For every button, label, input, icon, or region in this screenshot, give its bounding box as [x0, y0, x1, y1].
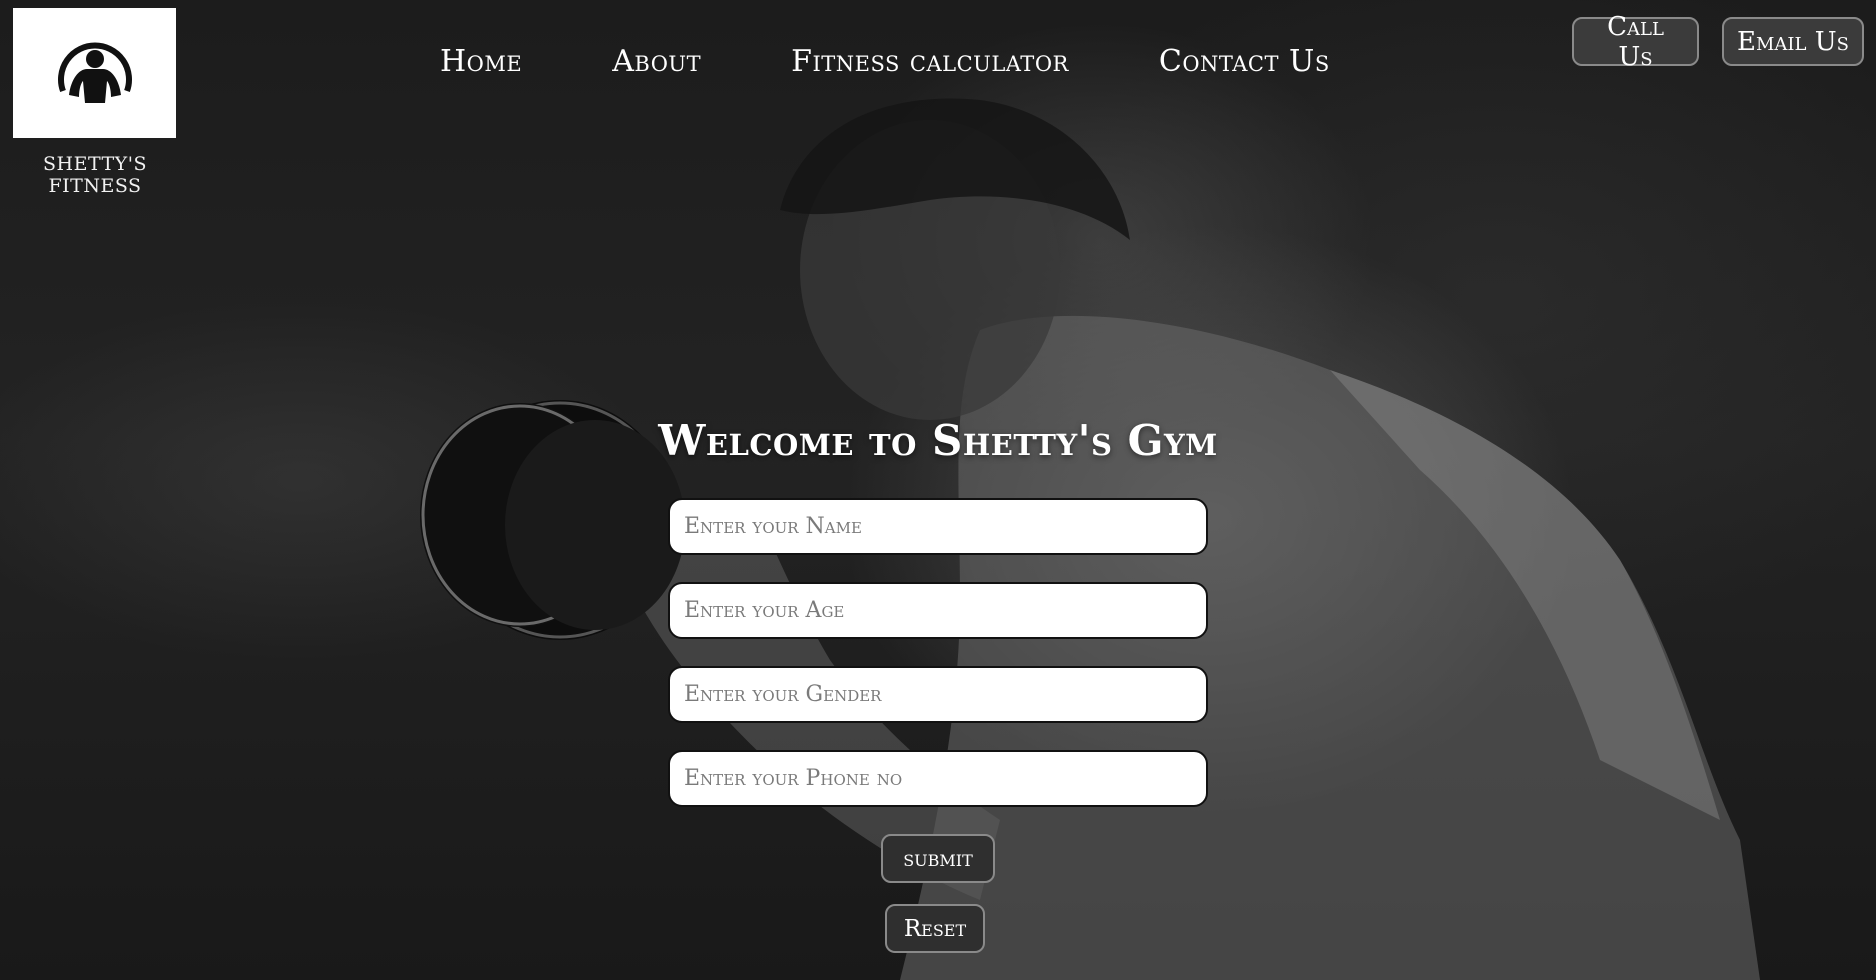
call-us-button[interactable]: Call Us	[1572, 12, 1699, 72]
hero-section: SHETTY'S FITNESS Home About Fitness calc…	[0, 0, 1876, 980]
welcome-heading: Welcome to Shetty's Gym	[658, 416, 1218, 465]
brand-caption: SHETTY'S FITNESS	[43, 153, 147, 197]
nav-home[interactable]: Home	[440, 44, 522, 79]
main-nav: Home About Fitness calculator Contact Us	[440, 44, 1330, 79]
email-us-button[interactable]: Email Us	[1722, 17, 1864, 66]
phone-input[interactable]	[668, 750, 1208, 807]
age-input[interactable]	[668, 582, 1208, 639]
submit-button[interactable]: submit	[881, 834, 995, 883]
name-input[interactable]	[668, 498, 1208, 555]
logo[interactable]	[13, 8, 176, 138]
reset-button[interactable]: Reset	[885, 904, 985, 953]
gender-input[interactable]	[668, 666, 1208, 723]
nav-contact-us[interactable]: Contact Us	[1159, 44, 1330, 79]
nav-fitness-calculator[interactable]: Fitness calculator	[791, 44, 1069, 79]
nav-about[interactable]: About	[612, 44, 701, 79]
athlete-background-image	[420, 98, 1760, 980]
bodybuilder-silhouette-icon	[57, 42, 132, 103]
